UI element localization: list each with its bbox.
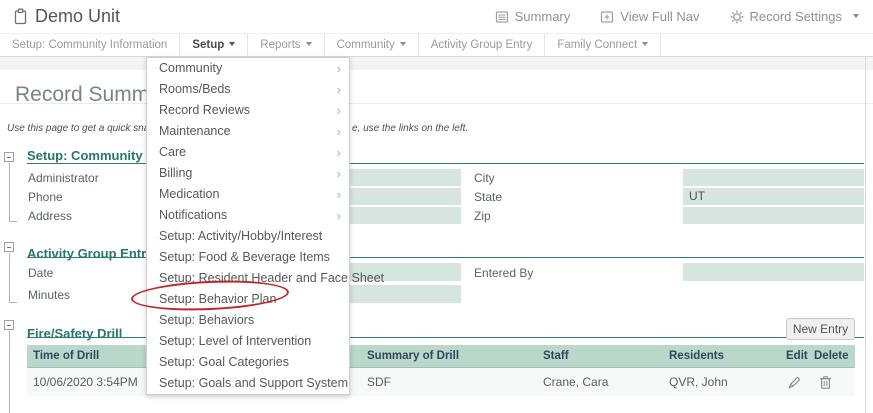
- field-label: City: [474, 171, 495, 185]
- menu-item-setup-behaviors[interactable]: Setup: Behaviors: [147, 310, 349, 331]
- menu-item-billing[interactable]: Billing›: [147, 163, 349, 184]
- clipboard-icon: [13, 8, 28, 25]
- menu-item-setup-activity-hobby-interest[interactable]: Setup: Activity/Hobby/Interest: [147, 226, 349, 247]
- column-header: Time of Drill: [33, 345, 99, 367]
- column-header: Staff: [543, 345, 569, 367]
- menu-item-record-reviews[interactable]: Record Reviews›: [147, 100, 349, 121]
- content-right-border: [865, 57, 866, 413]
- field-label: Address: [28, 209, 72, 223]
- pencil-icon: [787, 375, 802, 390]
- collapse-toggle-icon[interactable]: [4, 242, 14, 252]
- record-title: Demo Unit: [35, 6, 120, 27]
- residents-cell: QVR, John: [669, 368, 728, 396]
- section-link-fire-safety-drill[interactable]: Fire/Safety Drill: [27, 326, 122, 341]
- record-settings-button[interactable]: Record Settings: [730, 9, 860, 24]
- nav-item-reports[interactable]: Reports: [248, 34, 324, 56]
- menu-item-setup-level-of-intervention[interactable]: Setup: Level of Intervention: [147, 331, 349, 352]
- field-label: Minutes: [28, 288, 70, 302]
- chevron-down-icon: [853, 14, 859, 18]
- staff-cell: Crane, Cara: [543, 368, 608, 396]
- column-header: Edit: [786, 345, 808, 367]
- tree-line: [9, 253, 10, 303]
- view-full-nav-button[interactable]: View Full Nav: [600, 9, 699, 24]
- field-label: State: [474, 190, 502, 204]
- field-label: Date: [28, 266, 53, 280]
- nav-item-community[interactable]: Community: [325, 34, 419, 56]
- chevron-right-icon: ›: [337, 142, 341, 163]
- chevron-right-icon: ›: [337, 205, 341, 226]
- tree-line: [9, 221, 17, 222]
- entered-by-value-field: [683, 263, 864, 281]
- field-label: Entered By: [474, 266, 533, 280]
- field-label: Zip: [474, 209, 491, 223]
- page-top-strip: [0, 57, 873, 70]
- menu-item-care[interactable]: Care›: [147, 142, 349, 163]
- page-intro-left: Use this page to get a quick snapsh: [7, 123, 165, 134]
- field-label: Phone: [28, 190, 63, 204]
- column-header: Residents: [669, 345, 724, 367]
- state-value-field: UT: [683, 188, 864, 205]
- chevron-right-icon: ›: [337, 58, 341, 79]
- expand-square-icon: [600, 10, 614, 24]
- collapse-toggle-icon[interactable]: [4, 152, 14, 162]
- main-nav: Setup: Community Information Setup Repor…: [0, 33, 873, 57]
- summary-button[interactable]: Summary: [495, 9, 571, 24]
- summary-list-icon: [495, 10, 509, 24]
- summary-cell: SDF: [367, 368, 391, 396]
- chevron-right-icon: ›: [337, 163, 341, 184]
- tree-line: [9, 331, 10, 413]
- menu-item-notifications[interactable]: Notifications›: [147, 205, 349, 226]
- setup-dropdown-menu: Community› Rooms/Beds› Record Reviews› M…: [146, 57, 350, 395]
- trash-icon: [819, 375, 832, 390]
- menu-item-setup-goals-support-system[interactable]: Setup: Goals and Support System: [147, 373, 349, 394]
- column-header: Delete: [814, 345, 849, 367]
- chevron-right-icon: ›: [337, 121, 341, 142]
- field-label: Administrator: [28, 171, 99, 185]
- nav-item-activity-group-entry[interactable]: Activity Group Entry: [419, 34, 546, 56]
- record-summary-page: Record Summary Use this page to get a qu…: [0, 57, 873, 413]
- nav-item-setup-community-information[interactable]: Setup: Community Information: [0, 34, 180, 56]
- page-intro-right: e, use the links on the left.: [352, 123, 468, 134]
- menu-item-setup-behavior-plan[interactable]: Setup: Behavior Plan: [147, 289, 349, 310]
- chevron-down-icon: [642, 42, 648, 46]
- new-entry-button[interactable]: New Entry: [786, 318, 855, 340]
- menu-item-medication[interactable]: Medication›: [147, 184, 349, 205]
- chevron-right-icon: ›: [337, 100, 341, 121]
- edit-button[interactable]: [787, 375, 802, 390]
- nav-item-family-connect[interactable]: Family Connect: [545, 34, 661, 56]
- menu-item-rooms-beds[interactable]: Rooms/Beds›: [147, 79, 349, 100]
- menu-item-setup-food-beverage-items[interactable]: Setup: Food & Beverage Items: [147, 247, 349, 268]
- chevron-right-icon: ›: [337, 79, 341, 100]
- zip-value-field: [683, 207, 864, 224]
- menu-item-setup-goal-categories[interactable]: Setup: Goal Categories: [147, 352, 349, 373]
- collapse-toggle-icon[interactable]: [4, 320, 14, 330]
- menu-item-maintenance[interactable]: Maintenance›: [147, 121, 349, 142]
- gear-icon: [730, 10, 744, 24]
- tree-line: [9, 163, 10, 222]
- section-link-activity-group-entry[interactable]: Activity Group Entry: [27, 246, 153, 261]
- chevron-down-icon: [306, 42, 312, 46]
- app-window: Demo Unit Summary: [0, 0, 873, 413]
- tree-line: [9, 302, 17, 303]
- menu-item-community[interactable]: Community›: [147, 58, 349, 79]
- column-header: Summary of Drill: [367, 345, 459, 367]
- delete-button[interactable]: [819, 375, 832, 390]
- chevron-down-icon: [400, 42, 406, 46]
- divider: [0, 103, 873, 104]
- chevron-down-icon: [229, 42, 235, 46]
- time-of-drill-cell: 10/06/2020 3:54PM: [33, 368, 138, 396]
- nav-item-setup[interactable]: Setup: [180, 34, 248, 56]
- titlebar: Demo Unit Summary: [0, 0, 873, 33]
- menu-item-setup-resident-header-face-sheet[interactable]: Setup: Resident Header and Face Sheet: [147, 268, 349, 289]
- city-value-field: [683, 169, 864, 186]
- chevron-right-icon: ›: [337, 184, 341, 205]
